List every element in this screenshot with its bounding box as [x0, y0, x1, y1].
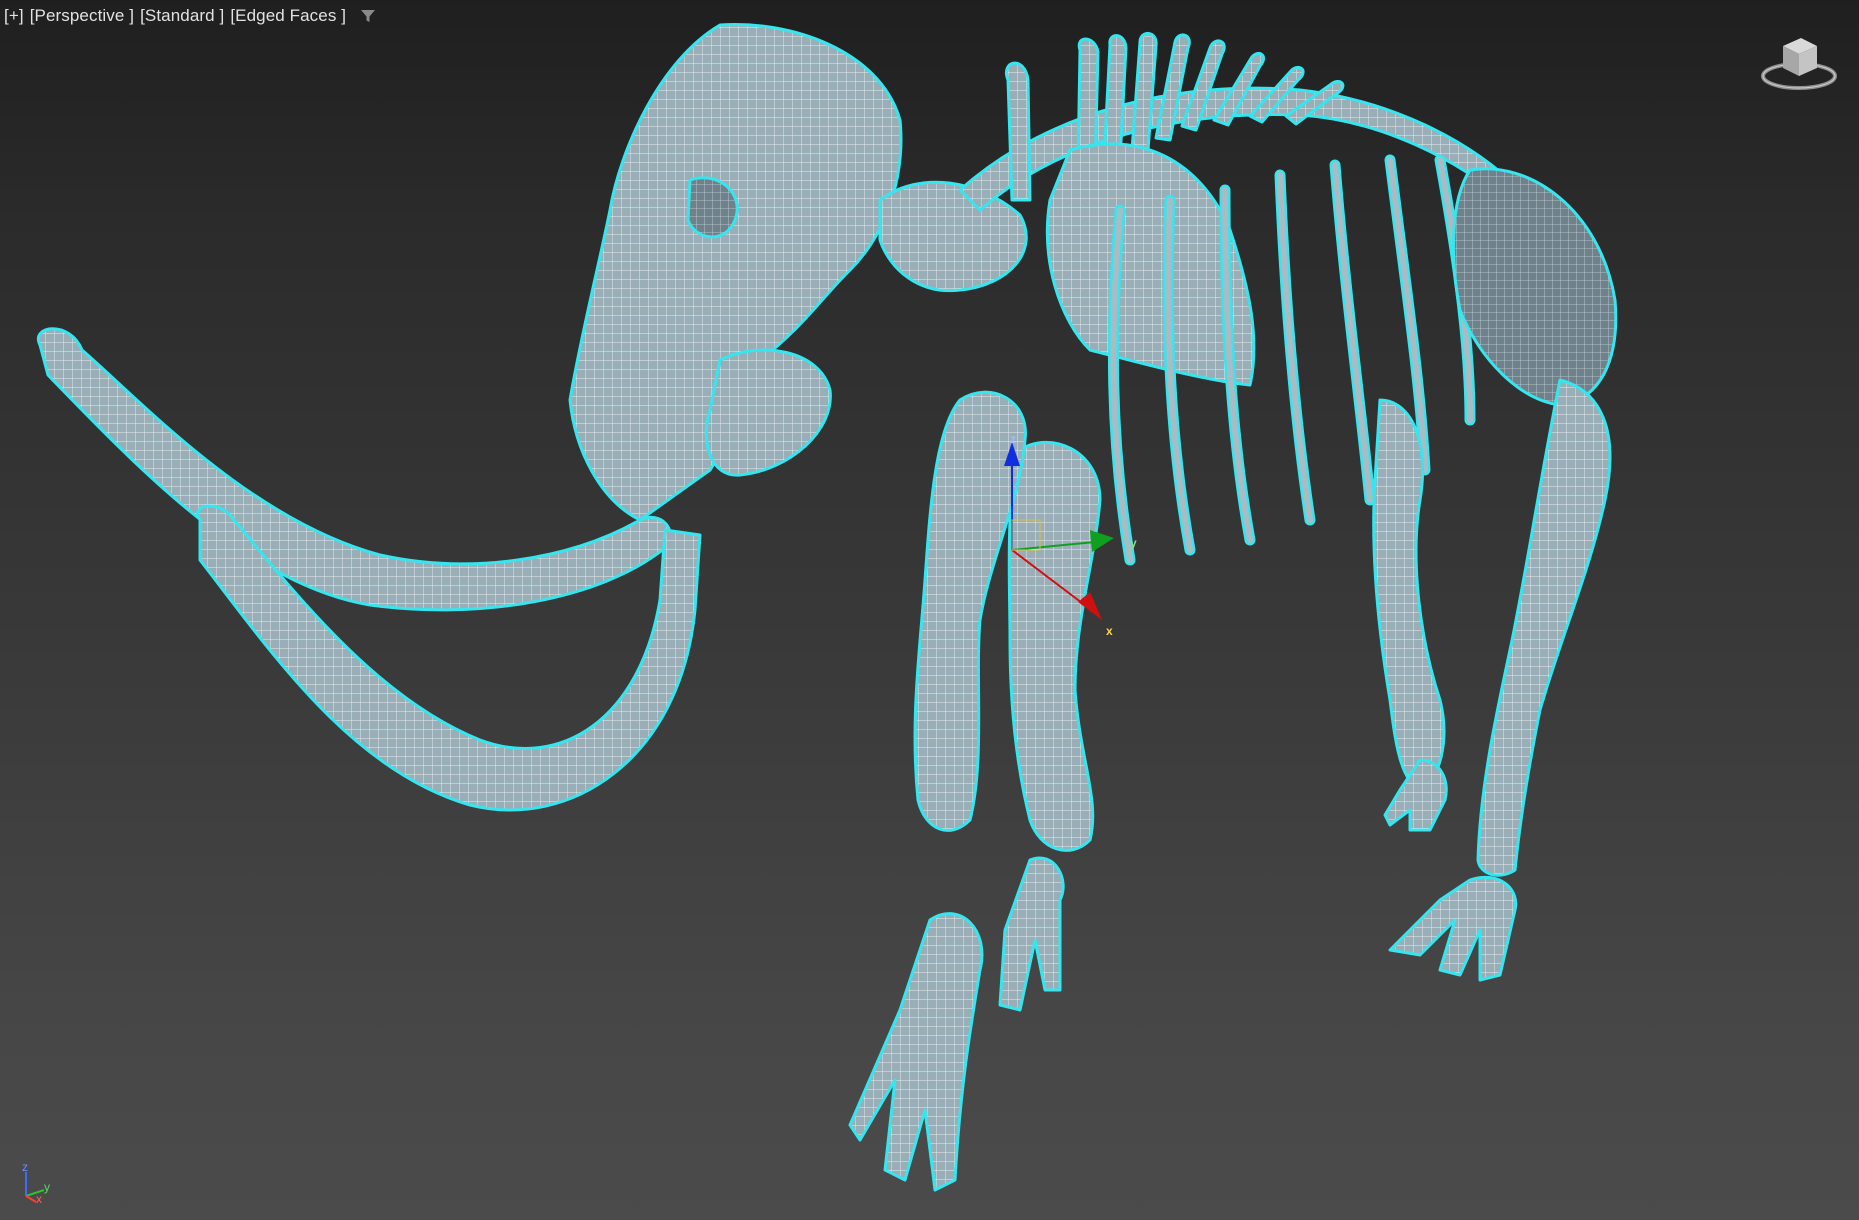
viewcube-icon[interactable]	[1759, 32, 1839, 94]
transform-gizmo[interactable]	[990, 430, 1130, 650]
perspective-viewport[interactable]: z y x [+] [Perspective ] [Standard ] [Ed…	[0, 0, 1859, 1220]
viewport-plus-menu[interactable]: [+]	[4, 6, 24, 26]
viewport-view-menu[interactable]: [Perspective ]	[30, 6, 134, 26]
gizmo-y-axis[interactable]	[1011, 530, 1114, 552]
gizmo-x-label: x	[1106, 624, 1113, 638]
world-axis-tripod: z y x	[18, 1160, 58, 1206]
gizmo-x-axis[interactable]	[1011, 549, 1102, 620]
viewport-label-menu: [+] [Perspective ] [Standard ] [Edged Fa…	[4, 4, 378, 28]
gizmo-z-label: z	[1010, 432, 1016, 446]
funnel-icon[interactable]	[358, 6, 378, 26]
mammoth-skeleton-model[interactable]	[0, 0, 1859, 1220]
axis-z-label: z	[22, 1160, 28, 1174]
viewport-shading-menu[interactable]: [Standard ]	[140, 6, 224, 26]
axis-y-label: y	[44, 1180, 50, 1194]
viewport-display-menu[interactable]: [Edged Faces ]	[230, 6, 346, 26]
axis-x-label: x	[36, 1192, 42, 1206]
gizmo-y-label: y	[1130, 536, 1137, 550]
